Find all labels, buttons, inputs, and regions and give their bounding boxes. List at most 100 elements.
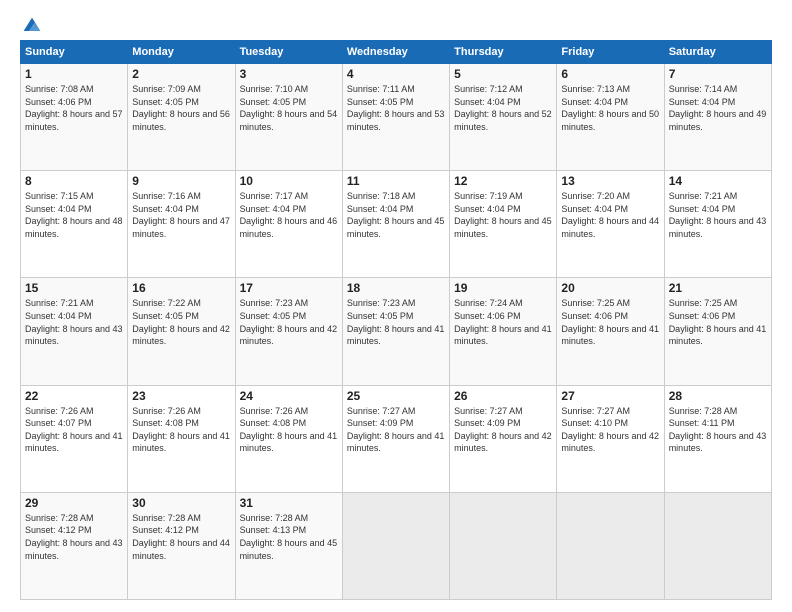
calendar-week-row: 8 Sunrise: 7:15 AMSunset: 4:04 PMDaylight… xyxy=(21,171,772,278)
day-number: 18 xyxy=(347,281,445,295)
calendar-cell: 6 Sunrise: 7:13 AMSunset: 4:04 PMDaylight… xyxy=(557,64,664,171)
calendar-cell: 17Sunrise: 7:23 AMSunset: 4:05 PMDayligh… xyxy=(235,278,342,385)
calendar-cell: 25 Sunrise: 7:27 AMSunset: 4:09 PMDayligh… xyxy=(342,385,449,492)
calendar-cell: 21 Sunrise: 7:25 AMSunset: 4:06 PMDayligh… xyxy=(664,278,771,385)
day-number: 3 xyxy=(240,67,338,81)
day-info: Sunrise: 7:22 AMSunset: 4:05 PMDaylight:… xyxy=(132,297,230,347)
day-info: Sunrise: 7:24 AMSunset: 4:06 PMDaylight:… xyxy=(454,297,552,347)
day-number: 21 xyxy=(669,281,767,295)
day-info: Sunrise: 7:26 AMSunset: 4:07 PMDaylight:… xyxy=(25,405,123,455)
calendar-cell: 27Sunrise: 7:27 AMSunset: 4:10 PMDayligh… xyxy=(557,385,664,492)
day-info: Sunrise: 7:25 AMSunset: 4:06 PMDaylight:… xyxy=(561,297,659,347)
calendar-week-row: 22 Sunrise: 7:26 AMSunset: 4:07 PMDayligh… xyxy=(21,385,772,492)
calendar-cell: 8 Sunrise: 7:15 AMSunset: 4:04 PMDaylight… xyxy=(21,171,128,278)
calendar-cell: 15Sunrise: 7:21 AMSunset: 4:04 PMDayligh… xyxy=(21,278,128,385)
calendar-cell: 19 Sunrise: 7:24 AMSunset: 4:06 PMDayligh… xyxy=(450,278,557,385)
day-number: 12 xyxy=(454,174,552,188)
calendar-cell: 26 Sunrise: 7:27 AMSunset: 4:09 PMDayligh… xyxy=(450,385,557,492)
logo-icon xyxy=(22,16,42,36)
day-info: Sunrise: 7:09 AMSunset: 4:05 PMDaylight:… xyxy=(132,83,230,133)
day-info: Sunrise: 7:28 AMSunset: 4:12 PMDaylight:… xyxy=(25,512,123,562)
calendar-cell: 14 Sunrise: 7:21 AMSunset: 4:04 PMDayligh… xyxy=(664,171,771,278)
calendar-cell: 1 Sunrise: 7:08 AMSunset: 4:06 PMDaylight… xyxy=(21,64,128,171)
day-info: Sunrise: 7:23 AMSunset: 4:05 PMDaylight:… xyxy=(240,297,338,347)
day-info: Sunrise: 7:18 AMSunset: 4:04 PMDaylight:… xyxy=(347,190,445,240)
calendar-cell: 22 Sunrise: 7:26 AMSunset: 4:07 PMDayligh… xyxy=(21,385,128,492)
calendar-cell: 10 Sunrise: 7:17 AMSunset: 4:04 PMDayligh… xyxy=(235,171,342,278)
day-info: Sunrise: 7:12 AMSunset: 4:04 PMDaylight:… xyxy=(454,83,552,133)
day-number: 4 xyxy=(347,67,445,81)
calendar-cell xyxy=(342,492,449,599)
day-number: 27 xyxy=(561,389,659,403)
day-number: 26 xyxy=(454,389,552,403)
day-info: Sunrise: 7:26 AMSunset: 4:08 PMDaylight:… xyxy=(240,405,338,455)
day-info: Sunrise: 7:16 AMSunset: 4:04 PMDaylight:… xyxy=(132,190,230,240)
day-number: 6 xyxy=(561,67,659,81)
day-number: 25 xyxy=(347,389,445,403)
calendar-header-thursday: Thursday xyxy=(450,41,557,64)
calendar-cell: 7 Sunrise: 7:14 AMSunset: 4:04 PMDaylight… xyxy=(664,64,771,171)
calendar-cell: 28 Sunrise: 7:28 AMSunset: 4:11 PMDayligh… xyxy=(664,385,771,492)
calendar-cell: 16 Sunrise: 7:22 AMSunset: 4:05 PMDayligh… xyxy=(128,278,235,385)
day-info: Sunrise: 7:27 AMSunset: 4:09 PMDaylight:… xyxy=(454,405,552,455)
day-number: 14 xyxy=(669,174,767,188)
calendar-cell: 13 Sunrise: 7:20 AMSunset: 4:04 PMDayligh… xyxy=(557,171,664,278)
calendar-cell: 31Sunrise: 7:28 AMSunset: 4:13 PMDayligh… xyxy=(235,492,342,599)
calendar-cell: 2 Sunrise: 7:09 AMSunset: 4:05 PMDaylight… xyxy=(128,64,235,171)
day-number: 8 xyxy=(25,174,123,188)
day-info: Sunrise: 7:15 AMSunset: 4:04 PMDaylight:… xyxy=(25,190,123,240)
day-number: 5 xyxy=(454,67,552,81)
calendar-header-sunday: Sunday xyxy=(21,41,128,64)
day-number: 13 xyxy=(561,174,659,188)
day-number: 16 xyxy=(132,281,230,295)
day-number: 9 xyxy=(132,174,230,188)
page: SundayMondayTuesdayWednesdayThursdayFrid… xyxy=(0,0,792,612)
calendar-cell: 20 Sunrise: 7:25 AMSunset: 4:06 PMDayligh… xyxy=(557,278,664,385)
calendar-cell: 12 Sunrise: 7:19 AMSunset: 4:04 PMDayligh… xyxy=(450,171,557,278)
day-number: 20 xyxy=(561,281,659,295)
day-number: 2 xyxy=(132,67,230,81)
calendar-week-row: 29Sunrise: 7:28 AMSunset: 4:12 PMDayligh… xyxy=(21,492,772,599)
calendar-header-monday: Monday xyxy=(128,41,235,64)
day-info: Sunrise: 7:11 AMSunset: 4:05 PMDaylight:… xyxy=(347,83,445,133)
calendar-cell xyxy=(664,492,771,599)
day-info: Sunrise: 7:20 AMSunset: 4:04 PMDaylight:… xyxy=(561,190,659,240)
day-number: 31 xyxy=(240,496,338,510)
calendar-cell: 18 Sunrise: 7:23 AMSunset: 4:05 PMDayligh… xyxy=(342,278,449,385)
day-number: 10 xyxy=(240,174,338,188)
day-number: 28 xyxy=(669,389,767,403)
day-info: Sunrise: 7:25 AMSunset: 4:06 PMDaylight:… xyxy=(669,297,767,347)
day-number: 24 xyxy=(240,389,338,403)
day-number: 7 xyxy=(669,67,767,81)
calendar-header-row: SundayMondayTuesdayWednesdayThursdayFrid… xyxy=(21,41,772,64)
day-info: Sunrise: 7:14 AMSunset: 4:04 PMDaylight:… xyxy=(669,83,767,133)
day-info: Sunrise: 7:17 AMSunset: 4:04 PMDaylight:… xyxy=(240,190,338,240)
day-info: Sunrise: 7:23 AMSunset: 4:05 PMDaylight:… xyxy=(347,297,445,347)
calendar-week-row: 15Sunrise: 7:21 AMSunset: 4:04 PMDayligh… xyxy=(21,278,772,385)
calendar-cell: 5 Sunrise: 7:12 AMSunset: 4:04 PMDaylight… xyxy=(450,64,557,171)
calendar-week-row: 1 Sunrise: 7:08 AMSunset: 4:06 PMDaylight… xyxy=(21,64,772,171)
calendar-cell: 11Sunrise: 7:18 AMSunset: 4:04 PMDayligh… xyxy=(342,171,449,278)
day-info: Sunrise: 7:08 AMSunset: 4:06 PMDaylight:… xyxy=(25,83,123,133)
day-info: Sunrise: 7:21 AMSunset: 4:04 PMDaylight:… xyxy=(669,190,767,240)
day-info: Sunrise: 7:19 AMSunset: 4:04 PMDaylight:… xyxy=(454,190,552,240)
day-number: 22 xyxy=(25,389,123,403)
day-number: 23 xyxy=(132,389,230,403)
calendar-cell: 30Sunrise: 7:28 AMSunset: 4:12 PMDayligh… xyxy=(128,492,235,599)
day-info: Sunrise: 7:13 AMSunset: 4:04 PMDaylight:… xyxy=(561,83,659,133)
calendar-header-saturday: Saturday xyxy=(664,41,771,64)
day-number: 19 xyxy=(454,281,552,295)
calendar-cell: 29Sunrise: 7:28 AMSunset: 4:12 PMDayligh… xyxy=(21,492,128,599)
day-info: Sunrise: 7:28 AMSunset: 4:12 PMDaylight:… xyxy=(132,512,230,562)
day-info: Sunrise: 7:28 AMSunset: 4:11 PMDaylight:… xyxy=(669,405,767,455)
calendar-cell: 24 Sunrise: 7:26 AMSunset: 4:08 PMDayligh… xyxy=(235,385,342,492)
day-info: Sunrise: 7:26 AMSunset: 4:08 PMDaylight:… xyxy=(132,405,230,455)
calendar-cell xyxy=(450,492,557,599)
calendar-table: SundayMondayTuesdayWednesdayThursdayFrid… xyxy=(20,40,772,600)
calendar-cell: 3Sunrise: 7:10 AMSunset: 4:05 PMDaylight… xyxy=(235,64,342,171)
header xyxy=(20,16,772,32)
day-number: 1 xyxy=(25,67,123,81)
day-info: Sunrise: 7:27 AMSunset: 4:09 PMDaylight:… xyxy=(347,405,445,455)
calendar-header-wednesday: Wednesday xyxy=(342,41,449,64)
calendar-cell: 4 Sunrise: 7:11 AMSunset: 4:05 PMDaylight… xyxy=(342,64,449,171)
